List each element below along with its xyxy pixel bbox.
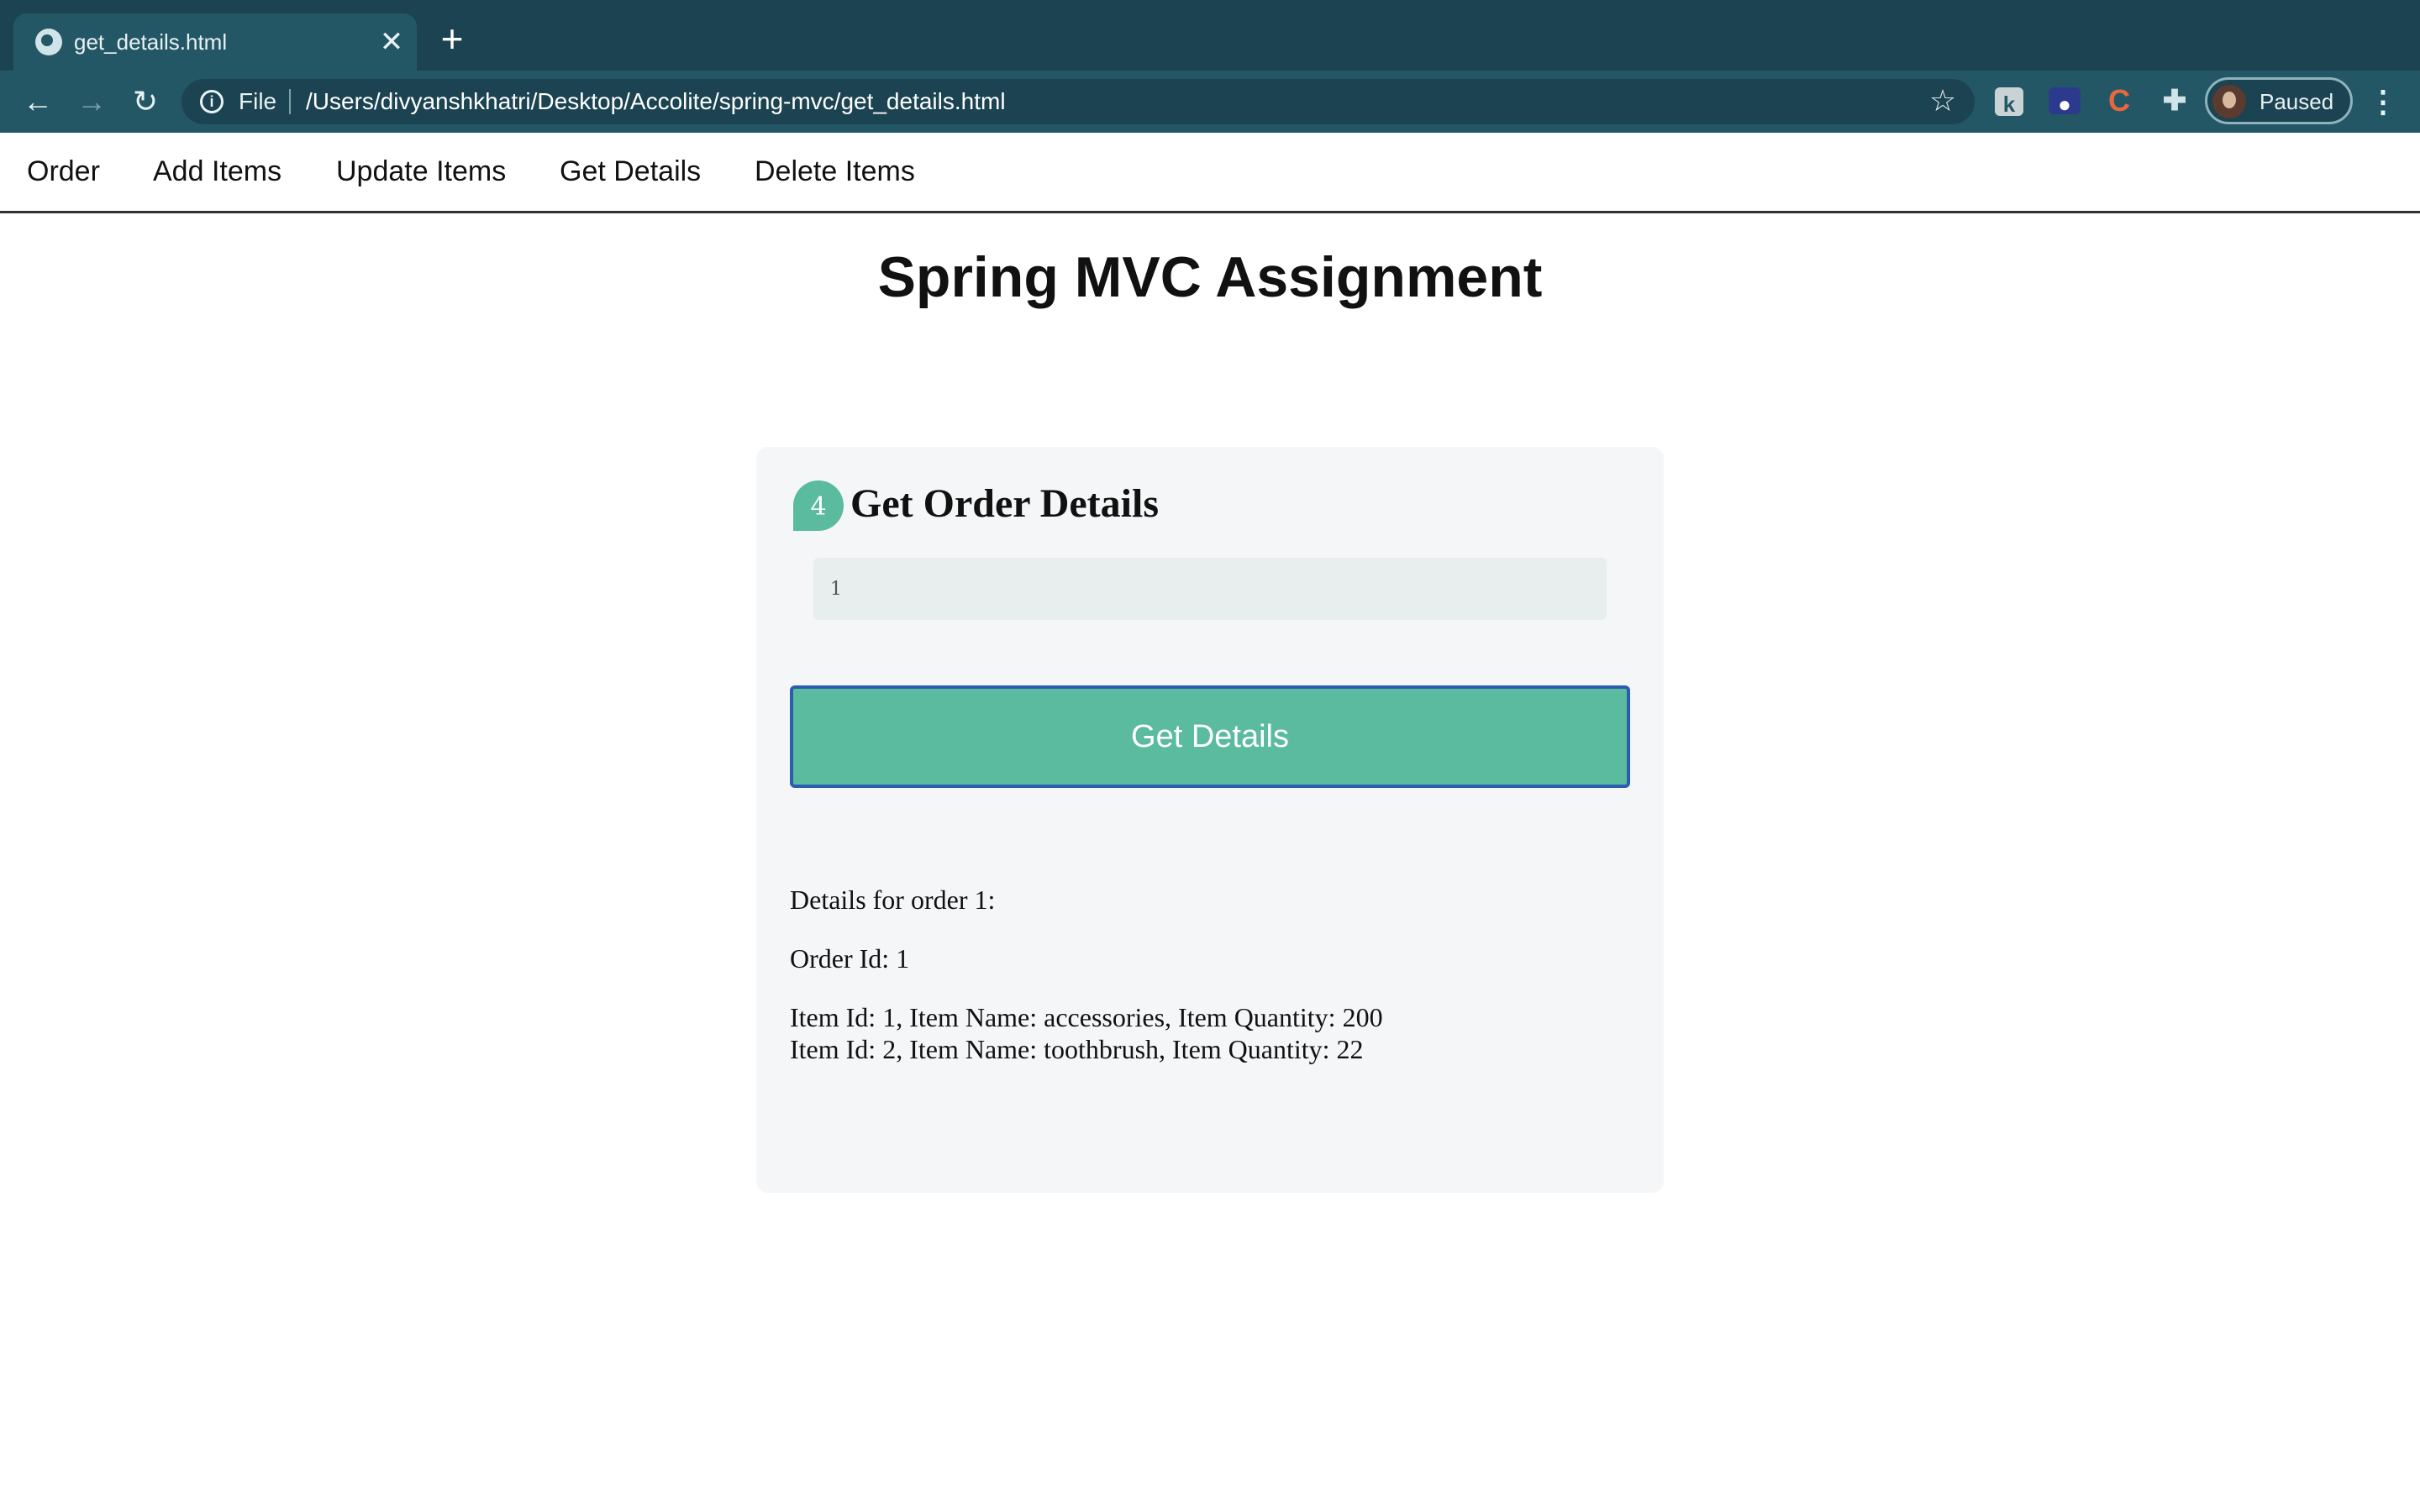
puzzle-icon[interactable]: ✚ [2158, 84, 2191, 118]
screen-recorder-icon[interactable]: ● [2049, 87, 2081, 117]
page-viewport: Order Add Items Update Items Get Details… [0, 133, 2420, 1512]
address-bar[interactable]: i File /Users/divyanshkhatri/Desktop/Acc… [182, 79, 1975, 124]
k-extension-icon[interactable]: k [1995, 87, 2023, 117]
browser-tabstrip: get_details.html ✕ + [0, 0, 2420, 71]
new-tab-icon[interactable]: + [435, 19, 469, 58]
nav-delete-items[interactable]: Delete Items [755, 153, 915, 190]
order-id-input[interactable] [813, 558, 1607, 620]
details-heading: Details for order 1: [790, 885, 996, 915]
profile-status: Paused [2260, 89, 2334, 114]
address-divider [289, 89, 291, 114]
browser-toolbar: ← → ↻ i File /Users/divyanshkhatri/Deskt… [0, 71, 2420, 133]
globe-icon [35, 29, 62, 55]
page-title: Spring MVC Assignment [877, 245, 1543, 309]
card-title: Get Order Details [850, 481, 1160, 526]
reload-icon[interactable]: ↻ [126, 82, 165, 121]
browser-tab[interactable]: get_details.html ✕ [13, 13, 417, 71]
back-icon[interactable]: ← [18, 82, 57, 121]
profile-button[interactable]: Paused [2205, 77, 2353, 124]
item-line: Item Id: 2, Item Name: toothbrush, Item … [790, 1034, 1364, 1064]
order-id-line: Order Id: 1 [790, 943, 910, 974]
bookmark-star-icon[interactable]: ☆ [1926, 84, 1960, 118]
nav-order[interactable]: Order [27, 153, 100, 190]
info-icon[interactable]: i [200, 90, 224, 113]
item-line: Item Id: 1, Item Name: accessories, Item… [790, 1002, 1383, 1032]
nav-get-details[interactable]: Get Details [560, 153, 701, 190]
step-number-badge: 4 [793, 480, 844, 531]
nav-update-items[interactable]: Update Items [336, 153, 506, 190]
forward-icon[interactable]: → [72, 82, 111, 121]
top-navbar: Order Add Items Update Items Get Details… [0, 133, 2420, 213]
url-scheme-label: File [239, 88, 277, 114]
get-details-button[interactable]: Get Details [790, 685, 1630, 788]
tab-title: get_details.html [74, 29, 228, 55]
avatar [2212, 85, 2246, 118]
nav-add-items[interactable]: Add Items [153, 153, 281, 190]
close-tab-icon[interactable]: ✕ [376, 27, 407, 57]
url-text[interactable]: /Users/divyanshkhatri/Desktop/Accolite/s… [306, 88, 1006, 115]
c-extension-icon[interactable]: C [2102, 84, 2136, 118]
get-order-details-card: 4 Get Order Details Get Details Details … [756, 447, 1664, 1193]
browser-menu-icon[interactable]: ⋮ [2366, 82, 2400, 121]
